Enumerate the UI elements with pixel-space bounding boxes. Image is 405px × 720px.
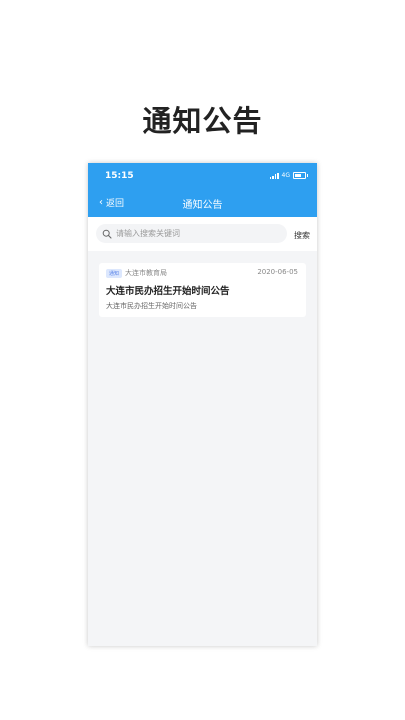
chevron-left-icon: ‹ [99, 196, 103, 208]
back-button[interactable]: ‹ 返回 [99, 196, 124, 209]
notice-date: 2020-06-05 [257, 268, 298, 276]
notice-summary: 大连市民办招生开始时间公告 [106, 302, 197, 310]
search-icon [102, 229, 112, 239]
network-label: 4G [281, 172, 290, 179]
notice-source: 大连市教育局 [125, 269, 168, 277]
status-indicators: 4G [269, 172, 308, 179]
search-input[interactable] [116, 229, 281, 238]
notice-tag: 通知 [106, 268, 123, 278]
status-time: 15:15 [105, 171, 134, 181]
back-label: 返回 [106, 199, 125, 209]
signal-icon [269, 172, 279, 179]
notice-card[interactable]: 通知 大连市教育局 2020-06-05 大连市民办招生开始时间公告 大连市民办… [99, 263, 306, 317]
search-bar: 搜索 [88, 217, 317, 251]
phone-screen: 15:15 4G ‹ 返回 通知公告 搜索 [88, 163, 317, 646]
search-box[interactable] [96, 224, 287, 243]
app-header: 15:15 4G ‹ 返回 通知公告 [88, 163, 317, 217]
notice-meta: 通知 大连市教育局 [106, 268, 167, 278]
notice-title: 大连市民办招生开始时间公告 [106, 286, 230, 297]
promo-title: 通知公告 [142, 104, 263, 138]
search-button[interactable]: 搜索 [294, 230, 310, 241]
battery-icon [293, 172, 308, 179]
